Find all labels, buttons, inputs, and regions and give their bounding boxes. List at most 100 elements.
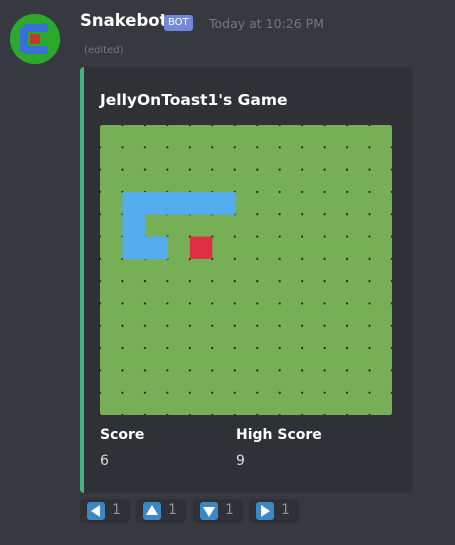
snake-segment <box>122 191 146 215</box>
grid-dot <box>188 391 191 394</box>
reaction-count: 1 <box>225 502 234 518</box>
grid-dot <box>278 280 281 283</box>
grid-dot <box>256 280 259 283</box>
grid-dot <box>323 146 326 149</box>
grid-dot <box>211 146 214 149</box>
snake-segment <box>122 214 146 238</box>
reaction-left[interactable]: 1 <box>80 499 130 523</box>
score-value: 6 <box>100 453 109 469</box>
grid-dot <box>233 280 236 283</box>
grid-dot <box>233 391 236 394</box>
grid-dot <box>166 146 169 149</box>
bot-badge: BOT <box>164 15 193 31</box>
reaction-right[interactable]: 1 <box>249 499 299 523</box>
arrow-down-icon <box>200 502 218 520</box>
grid-dot <box>345 391 349 394</box>
grid-dot <box>256 391 259 394</box>
grid-dot <box>143 369 147 372</box>
grid-dot <box>121 168 124 171</box>
arrow-right-icon <box>256 502 274 520</box>
reaction-count: 1 <box>168 502 177 518</box>
grid-dot <box>323 324 326 327</box>
reaction-down[interactable]: 1 <box>193 499 243 523</box>
grid-dot <box>301 146 304 149</box>
chat-message: Snakebot BOT Today at 10:26 PM (edited) … <box>0 0 455 545</box>
snake-segment <box>144 191 168 215</box>
grid-dot <box>301 168 304 171</box>
grid-dot <box>166 280 169 283</box>
snake-segment <box>144 236 168 260</box>
grid-dot <box>345 280 349 283</box>
snake-segment <box>122 236 146 260</box>
grid-dot <box>256 190 259 194</box>
score-label: Score <box>100 427 145 443</box>
grid-dot <box>368 235 371 238</box>
grid-dot <box>233 146 236 149</box>
grid-dot <box>188 146 191 149</box>
grid-dot <box>211 324 214 327</box>
reaction-up[interactable]: 1 <box>136 499 186 523</box>
grid-dot <box>188 324 191 327</box>
grid-dot <box>301 213 304 216</box>
grid-dot <box>211 391 214 394</box>
snake-segment <box>189 191 213 215</box>
game-embed: JellyOnToast1's Game Score 6 High Score … <box>80 67 413 493</box>
reaction-count: 1 <box>281 502 290 518</box>
grid-dot <box>345 369 349 372</box>
grid-dot <box>233 324 236 327</box>
grid-dot <box>301 324 304 327</box>
grid-dot <box>233 346 236 350</box>
timestamp: Today at 10:26 PM <box>209 16 324 31</box>
grid-dot <box>345 168 349 171</box>
grid-dot <box>143 280 147 283</box>
grid-dot <box>368 302 371 305</box>
grid-dot <box>188 369 191 372</box>
grid-dot <box>166 391 169 394</box>
grid-dot <box>256 213 259 216</box>
grid-dot <box>143 302 147 305</box>
edited-label: (edited) <box>84 45 124 56</box>
grid-dot <box>323 257 326 260</box>
grid-dot <box>301 257 304 260</box>
grid-dot <box>345 346 349 350</box>
grid-dot <box>166 168 169 171</box>
grid-dot <box>301 346 304 350</box>
grid-dot <box>278 346 281 350</box>
game-board <box>100 125 392 415</box>
grid-dot <box>121 391 124 394</box>
snake-segment <box>212 191 236 215</box>
grid-dot <box>121 146 124 149</box>
grid-dot <box>323 280 326 283</box>
grid-dot <box>211 346 214 350</box>
grid-dot <box>211 280 214 283</box>
username[interactable]: Snakebot <box>80 11 168 30</box>
grid-dot <box>345 324 349 327</box>
grid-dot <box>278 391 281 394</box>
reaction-count: 1 <box>112 502 121 518</box>
grid-dot <box>278 302 281 305</box>
grid-dot <box>121 280 124 283</box>
grid-dot <box>278 146 281 149</box>
grid-dot <box>188 280 191 283</box>
arrow-left-icon <box>87 502 105 520</box>
grid-dot <box>188 168 191 171</box>
grid-dot <box>166 302 169 305</box>
grid-dot <box>323 168 326 171</box>
grid-dot <box>368 257 371 260</box>
grid-dot <box>188 302 191 305</box>
grid-dot <box>345 190 349 194</box>
grid-dot <box>211 369 214 372</box>
grid-dot <box>278 168 281 171</box>
high-score-label: High Score <box>236 427 322 443</box>
grid-dot <box>211 168 214 171</box>
grid-dot <box>143 146 147 149</box>
grid-dot <box>368 168 371 171</box>
grid-dot <box>143 324 147 327</box>
grid-dot <box>368 146 371 149</box>
avatar[interactable] <box>10 14 60 64</box>
grid-dot <box>301 302 304 305</box>
grid-dot <box>278 324 281 327</box>
grid-dot <box>368 190 371 194</box>
board-background <box>100 125 392 415</box>
grid-dot <box>323 302 326 305</box>
